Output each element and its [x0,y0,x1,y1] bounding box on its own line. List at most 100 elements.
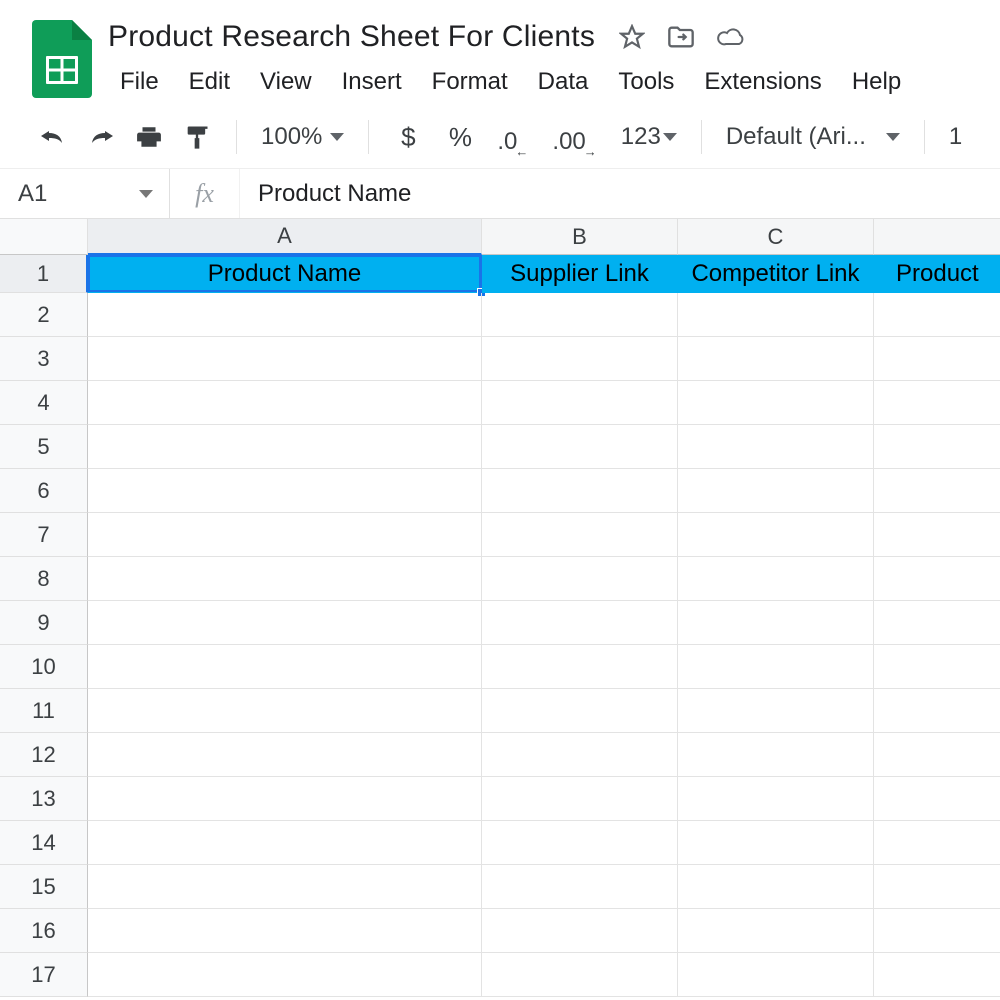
formula-bar[interactable]: Product Name [240,169,1000,218]
column-header-C[interactable]: C [678,219,874,255]
row-header-11[interactable]: 11 [0,689,88,733]
star-icon[interactable] [619,24,645,50]
cell-A1[interactable]: Product Name [88,255,482,293]
cell-B5[interactable] [482,425,678,469]
cell-C8[interactable] [678,557,874,601]
cell-D17[interactable] [874,953,1000,997]
cell-D12[interactable] [874,733,1000,777]
cell-C11[interactable] [678,689,874,733]
cell-C9[interactable] [678,601,874,645]
cell-C4[interactable] [678,381,874,425]
cell-D7[interactable] [874,513,1000,557]
more-formats-button[interactable]: 123 [621,120,677,154]
cell-A13[interactable] [88,777,482,821]
menu-file[interactable]: File [108,62,171,102]
format-percent-button[interactable]: % [445,120,475,154]
cell-A15[interactable] [88,865,482,909]
cell-D8[interactable] [874,557,1000,601]
cell-B14[interactable] [482,821,678,865]
cell-C2[interactable] [678,293,874,337]
sheets-logo[interactable] [32,20,92,98]
cell-A6[interactable] [88,469,482,513]
cell-C14[interactable] [678,821,874,865]
cell-B4[interactable] [482,381,678,425]
menu-tools[interactable]: Tools [606,62,686,102]
cell-B2[interactable] [482,293,678,337]
row-header-3[interactable]: 3 [0,337,88,381]
cell-B1[interactable]: Supplier Link [482,255,678,293]
row-header-7[interactable]: 7 [0,513,88,557]
cell-D5[interactable] [874,425,1000,469]
cell-D3[interactable] [874,337,1000,381]
menu-data[interactable]: Data [526,62,601,102]
row-header-2[interactable]: 2 [0,293,88,337]
cell-D15[interactable] [874,865,1000,909]
cloud-status-icon[interactable] [717,26,747,48]
cell-D13[interactable] [874,777,1000,821]
row-header-16[interactable]: 16 [0,909,88,953]
cell-A9[interactable] [88,601,482,645]
cell-A12[interactable] [88,733,482,777]
decrease-decimal-button[interactable]: .0← [497,120,530,154]
row-header-15[interactable]: 15 [0,865,88,909]
menu-view[interactable]: View [248,62,324,102]
cell-B9[interactable] [482,601,678,645]
cell-D2[interactable] [874,293,1000,337]
zoom-select[interactable]: 100% [261,123,344,151]
column-header-B[interactable]: B [482,219,678,255]
cell-C15[interactable] [678,865,874,909]
cell-A3[interactable] [88,337,482,381]
row-header-4[interactable]: 4 [0,381,88,425]
select-all-corner[interactable] [0,219,88,255]
row-header-13[interactable]: 13 [0,777,88,821]
cell-C12[interactable] [678,733,874,777]
menu-help[interactable]: Help [840,62,913,102]
cell-A11[interactable] [88,689,482,733]
row-header-8[interactable]: 8 [0,557,88,601]
cell-A10[interactable] [88,645,482,689]
cell-B16[interactable] [482,909,678,953]
cell-C6[interactable] [678,469,874,513]
cell-D10[interactable] [874,645,1000,689]
cell-D11[interactable] [874,689,1000,733]
cell-D16[interactable] [874,909,1000,953]
menu-format[interactable]: Format [420,62,520,102]
row-header-1[interactable]: 1 [0,255,88,293]
cell-D9[interactable] [874,601,1000,645]
spreadsheet-grid[interactable]: A B C 1 Product Name Supplier Link Compe… [0,219,1000,997]
row-header-12[interactable]: 12 [0,733,88,777]
cell-C3[interactable] [678,337,874,381]
increase-decimal-button[interactable]: .00→ [552,120,598,154]
cell-C17[interactable] [678,953,874,997]
cell-C5[interactable] [678,425,874,469]
cell-C1[interactable]: Competitor Link [678,255,874,293]
cell-C10[interactable] [678,645,874,689]
cell-D1[interactable]: Product [874,255,1000,293]
cell-A4[interactable] [88,381,482,425]
menu-edit[interactable]: Edit [177,62,242,102]
cell-D4[interactable] [874,381,1000,425]
paint-format-icon[interactable] [182,120,212,154]
cell-A5[interactable] [88,425,482,469]
menu-extensions[interactable]: Extensions [692,62,833,102]
row-header-5[interactable]: 5 [0,425,88,469]
cell-A17[interactable] [88,953,482,997]
row-header-9[interactable]: 9 [0,601,88,645]
font-family-select[interactable]: Default (Ari... [726,123,900,151]
column-header-D[interactable] [874,219,1000,255]
column-header-A[interactable]: A [88,219,482,255]
cell-B13[interactable] [482,777,678,821]
row-header-6[interactable]: 6 [0,469,88,513]
row-header-17[interactable]: 17 [0,953,88,997]
cell-B6[interactable] [482,469,678,513]
cell-B12[interactable] [482,733,678,777]
cell-B10[interactable] [482,645,678,689]
cell-D6[interactable] [874,469,1000,513]
move-to-folder-icon[interactable] [667,25,695,49]
print-icon[interactable] [134,120,164,154]
cell-B3[interactable] [482,337,678,381]
cell-A7[interactable] [88,513,482,557]
cell-A2[interactable] [88,293,482,337]
name-box[interactable]: A1 [0,169,170,218]
cell-C13[interactable] [678,777,874,821]
